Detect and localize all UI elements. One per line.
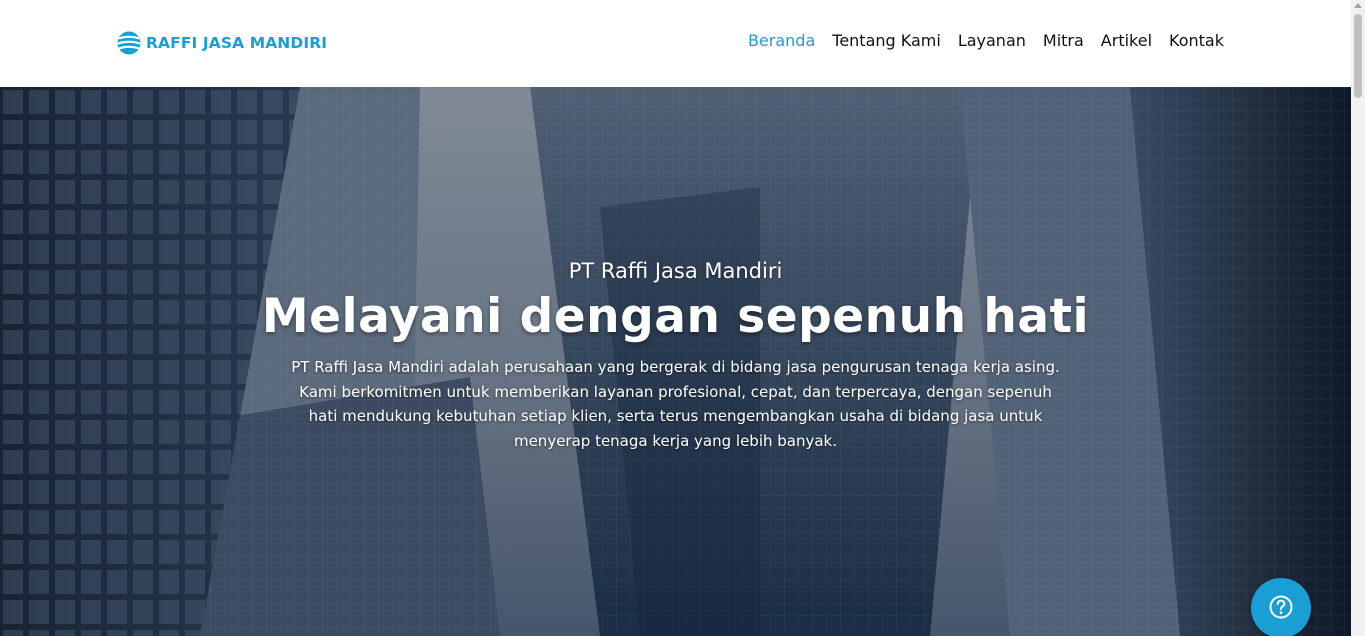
nav-item-artikel[interactable]: Artikel [1101, 31, 1152, 50]
hero-section: PT Raffi Jasa Mandiri Melayani dengan se… [0, 87, 1351, 636]
scroll-up-arrow-icon[interactable] [1354, 3, 1362, 8]
help-button[interactable] [1251, 578, 1311, 636]
page-scrollbar[interactable] [1351, 0, 1365, 636]
main-nav: Beranda Tentang Kami Layanan Mitra Artik… [748, 31, 1224, 50]
site-header: RAFFI JASA MANDIRI Beranda Tentang Kami … [0, 0, 1351, 87]
nav-item-layanan[interactable]: Layanan [958, 31, 1026, 50]
question-mark-circle-icon [1269, 595, 1293, 619]
brand-logo[interactable]: RAFFI JASA MANDIRI [116, 30, 327, 56]
hero-title: Melayani dengan sepenuh hati [261, 289, 1090, 344]
nav-item-beranda[interactable]: Beranda [748, 31, 815, 50]
scroll-thumb[interactable] [1354, 14, 1362, 98]
nav-item-tentang-kami[interactable]: Tentang Kami [832, 31, 941, 50]
hero-content: PT Raffi Jasa Mandiri Melayani dengan se… [0, 257, 1351, 453]
nav-item-mitra[interactable]: Mitra [1043, 31, 1084, 50]
hero-subtitle: PT Raffi Jasa Mandiri [568, 259, 783, 283]
nav-item-kontak[interactable]: Kontak [1169, 31, 1224, 50]
brand-name: RAFFI JASA MANDIRI [146, 34, 328, 52]
page: RAFFI JASA MANDIRI Beranda Tentang Kami … [0, 0, 1365, 636]
hero-description: PT Raffi Jasa Mandiri adalah perusahaan … [291, 358, 1060, 450]
globe-stripes-icon [117, 31, 141, 55]
